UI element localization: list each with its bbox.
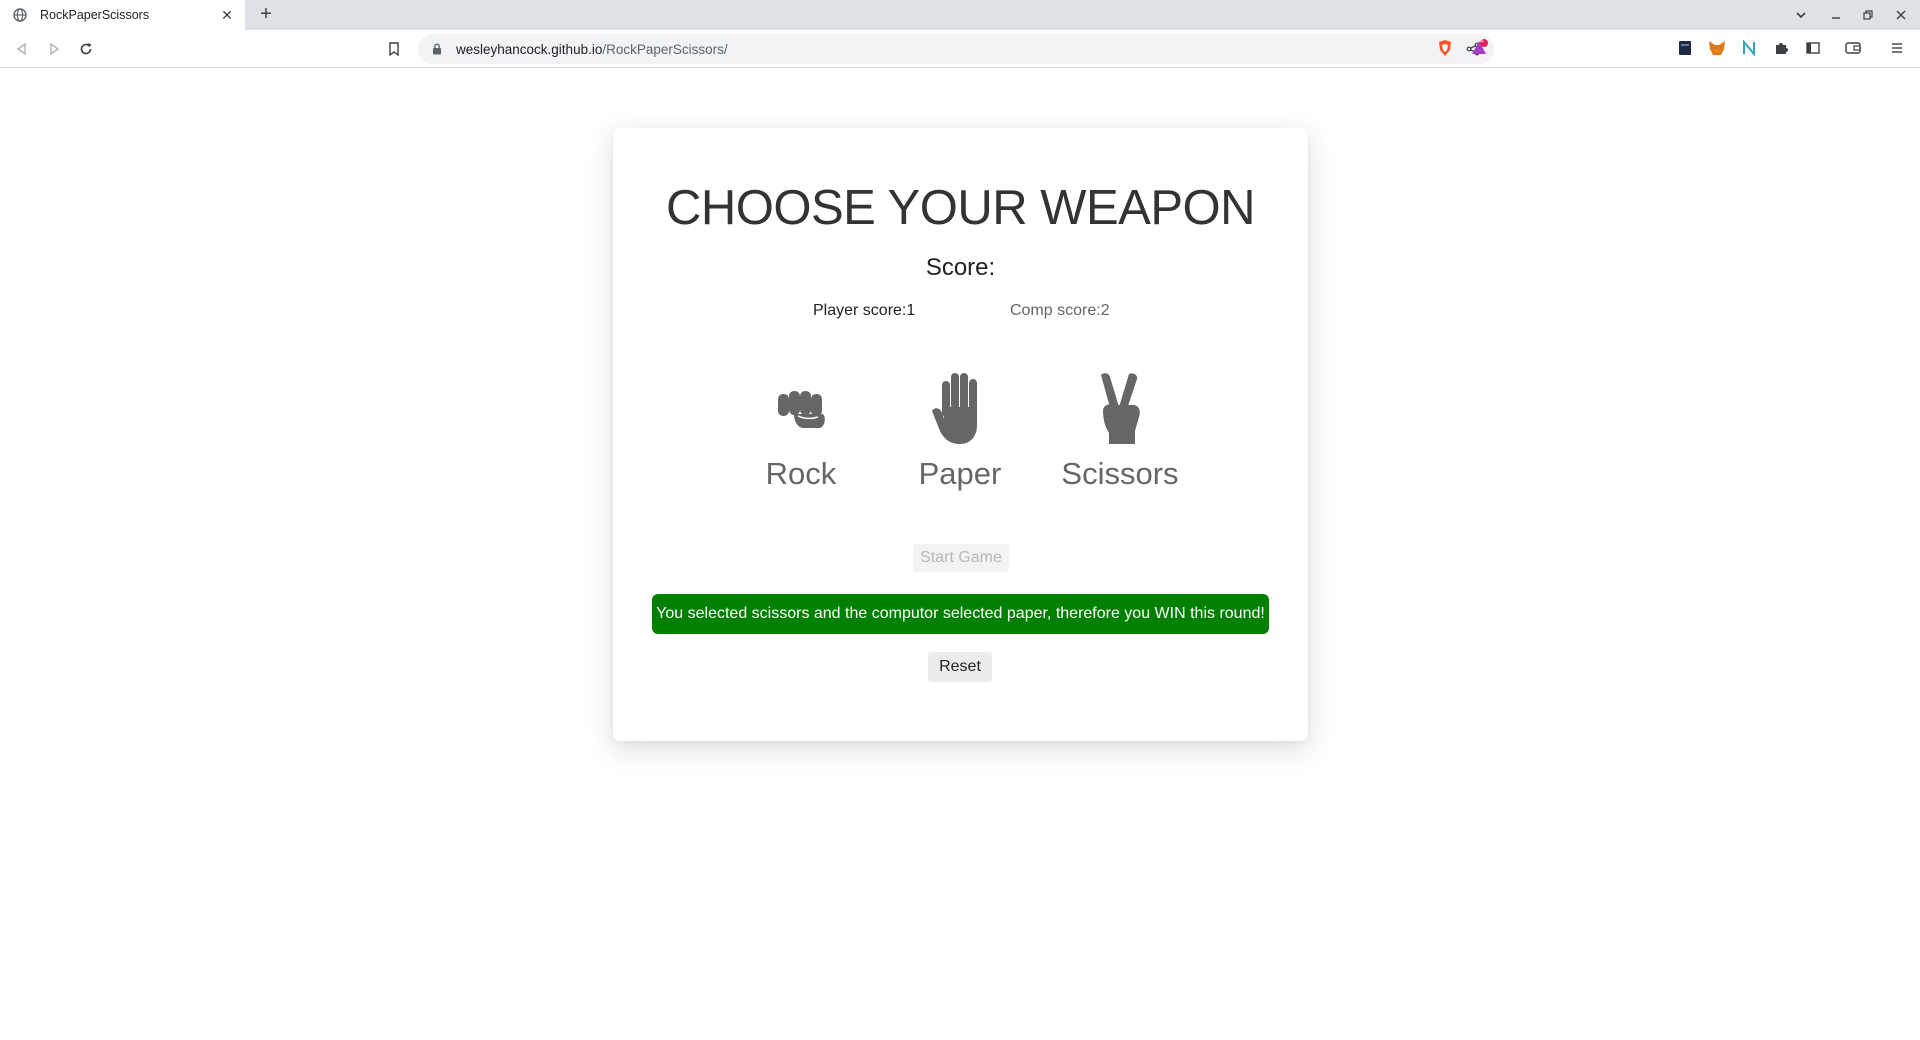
scissors-button[interactable]: Scissors [1045, 368, 1195, 503]
bookmark-icon[interactable] [384, 39, 404, 59]
sidebar-icon[interactable] [1804, 39, 1822, 57]
score-heading: Score: [925, 254, 996, 281]
computer-score: Comp score:2 [1010, 302, 1110, 319]
globe-icon [12, 7, 28, 23]
wallet-icon[interactable] [1844, 39, 1862, 57]
metamask-fox-icon[interactable] [1708, 39, 1726, 57]
hand-paper-icon [885, 368, 1035, 448]
rock-button[interactable]: Rock [726, 368, 876, 503]
url-text: wesleyhancock.github.io/RockPaperScissor… [456, 42, 728, 57]
menu-icon[interactable] [1888, 39, 1906, 57]
tab-strip: RockPaperScissors ✕ + [0, 0, 1920, 30]
peace-sign-icon [1045, 368, 1195, 448]
reset-button[interactable]: Reset [928, 652, 992, 682]
forward-icon[interactable] [44, 39, 64, 59]
tab-active[interactable]: RockPaperScissors ✕ [0, 0, 245, 30]
browser-toolbar: wesleyhancock.github.io/RockPaperScissor… [0, 30, 1920, 68]
lock-icon[interactable] [430, 42, 444, 56]
extension-wallet-dark-icon[interactable] [1676, 39, 1694, 57]
url-path: /RockPaperScissors/ [602, 41, 728, 57]
player-score: Player score:1 [813, 302, 916, 319]
tab-search-icon[interactable] [1785, 0, 1817, 30]
close-window-icon[interactable] [1885, 0, 1917, 30]
fist-icon [726, 368, 876, 448]
rock-label: Rock [765, 456, 837, 491]
extensions-puzzle-icon[interactable] [1772, 39, 1790, 57]
back-icon[interactable] [12, 39, 32, 59]
url-host: wesleyhancock.github.io [456, 41, 603, 57]
brave-shields-icon[interactable] [1436, 39, 1454, 57]
address-bar[interactable]: wesleyhancock.github.io/RockPaperScissor… [418, 34, 1494, 64]
tab-title: RockPaperScissors [40, 8, 150, 22]
round-result-message: You selected scissors and the computor s… [652, 594, 1269, 634]
close-tab-icon[interactable]: ✕ [219, 7, 235, 23]
new-tab-icon[interactable]: + [256, 4, 276, 25]
extension-n-icon[interactable] [1740, 39, 1758, 57]
minimize-icon[interactable] [1820, 0, 1852, 30]
restore-icon[interactable] [1852, 0, 1884, 30]
start-game-button[interactable]: Start Game [913, 544, 1009, 572]
paper-button[interactable]: Paper [885, 368, 1035, 503]
brave-rewards-icon[interactable]: 1 [1470, 37, 1488, 57]
scissors-label: Scissors [1061, 456, 1179, 491]
reload-icon[interactable] [76, 39, 96, 59]
game-card: CHOOSE YOUR WEAPON Score: Player score:1… [613, 128, 1308, 741]
rewards-badge: 1 [1480, 37, 1484, 44]
page-title: CHOOSE YOUR WEAPON [665, 181, 1256, 235]
paper-label: Paper [918, 456, 1002, 491]
